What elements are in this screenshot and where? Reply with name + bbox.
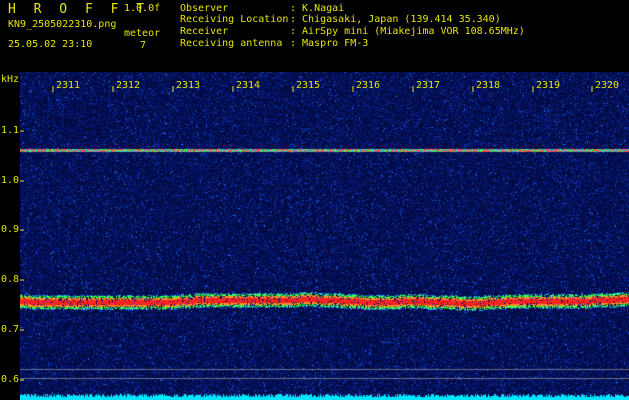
y-tick-label: 0.9 (1, 224, 19, 235)
observer-label: Observer (180, 4, 228, 14)
receiver-label: Receiver (180, 27, 228, 37)
y-axis-unit: kHz (1, 74, 19, 85)
y-tick-label: 0.7 (1, 324, 19, 335)
location-label: Receiving Location (180, 15, 288, 25)
x-tick-label: 2314 (236, 80, 260, 91)
y-tick-label: 1.0 (1, 175, 19, 186)
x-tick-label: 2311 (56, 80, 80, 91)
header-panel: H R O F F T 1.0.0f KN9_2505022310.png me… (0, 0, 629, 72)
y-tick-label: 1.1 (1, 125, 19, 136)
x-tick-label: 2318 (476, 80, 500, 91)
x-tick-label: 2319 (536, 80, 560, 91)
x-tick-label: 2320 (595, 80, 619, 91)
x-tick-label: 2315 (296, 80, 320, 91)
meteor-label: meteor (124, 29, 160, 39)
meteor-count: 7 (140, 41, 146, 51)
x-tick-label: 2312 (116, 80, 140, 91)
x-tick-label: 2316 (356, 80, 380, 91)
x-tick-label: 2317 (416, 80, 440, 91)
version-label: 1.0.0f (124, 4, 160, 14)
x-tick-label: 2313 (176, 80, 200, 91)
file-name: KN9_2505022310.png (8, 20, 116, 30)
timestamp: 25.05.02 23:10 (8, 40, 92, 50)
y-tick-label: 0.8 (1, 274, 19, 285)
location-value: : Chigasaki, Japan (139.414 35.340) (290, 15, 501, 25)
observer-value: : K.Nagai (290, 4, 344, 14)
waterfall-spectrogram[interactable] (20, 72, 629, 400)
waterfall-canvas[interactable] (20, 72, 629, 400)
receiver-value: : AirSpy mini (Miakejima VOR 108.65MHz) (290, 27, 525, 37)
antenna-value: : Maspro FM-3 (290, 39, 368, 49)
antenna-label: Receiving antenna (180, 39, 282, 49)
y-tick-label: 0.6 (1, 374, 19, 385)
